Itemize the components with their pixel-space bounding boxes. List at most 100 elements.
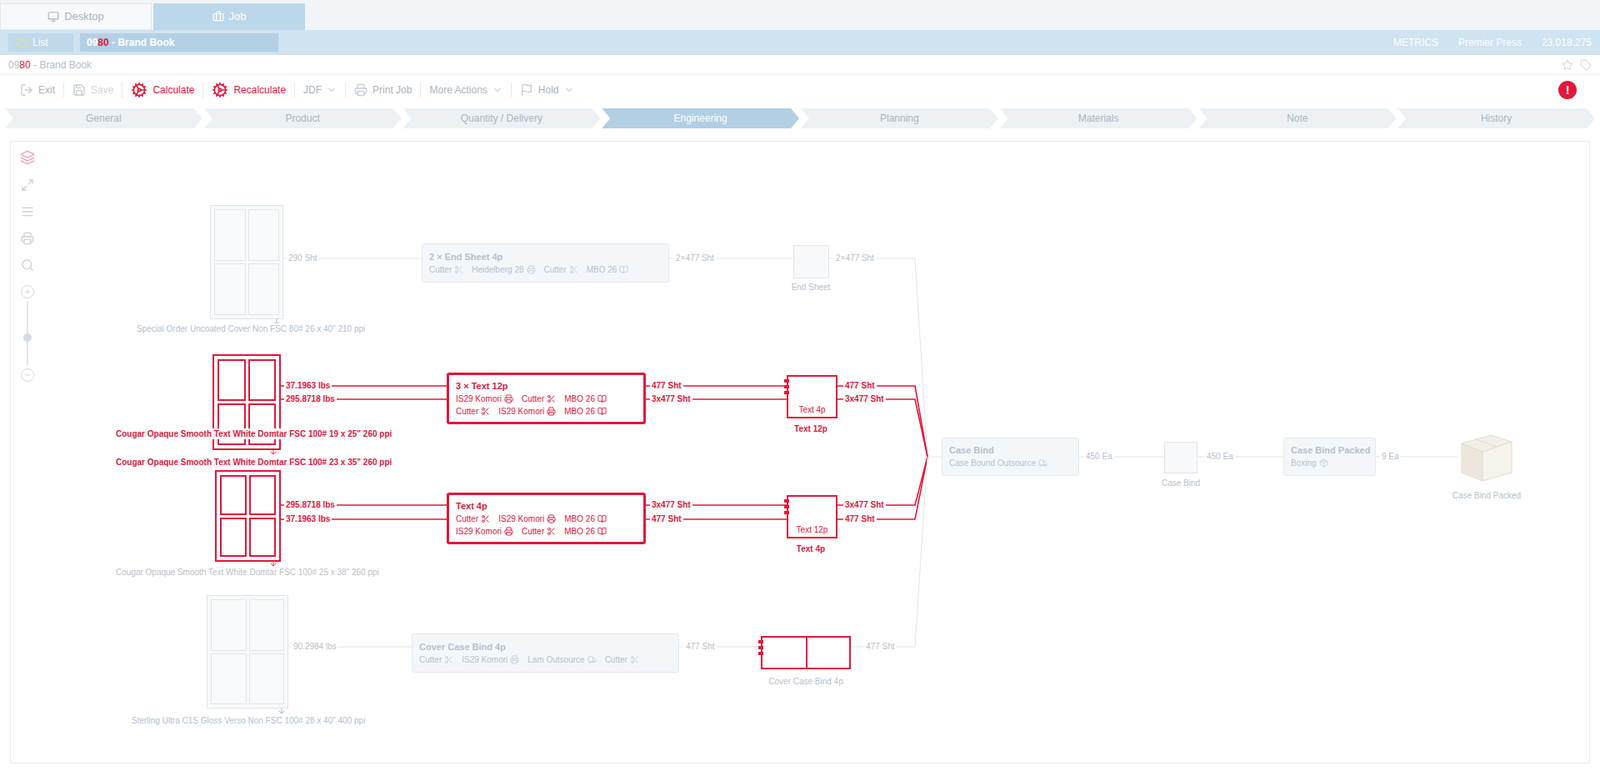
step-tab[interactable]: Planning [800, 108, 999, 129]
press-icon [546, 406, 556, 416]
zoom-track[interactable] [26, 301, 29, 365]
process-step[interactable]: Lam Outsource [527, 654, 596, 665]
print-icon[interactable] [20, 231, 35, 245]
star-icon[interactable] [1561, 59, 1574, 71]
layers-icon[interactable] [20, 150, 35, 165]
toolbar-button[interactable]: More Actions [420, 82, 510, 98]
quantity-label: 2×477 Sht [834, 252, 876, 265]
app-tab[interactable]: Job [153, 3, 305, 30]
process-steps: Cutter IS29 Komori Lam Outsource Cutter [419, 654, 672, 665]
process-step[interactable]: IS29 Komori [461, 654, 520, 665]
quantity-label: 37.1963 lbs [284, 380, 332, 392]
step-tab[interactable]: Engineering [601, 108, 800, 129]
product-node[interactable] [1164, 441, 1198, 474]
info-text: Premier Press [1458, 35, 1522, 50]
product-node[interactable] [760, 635, 851, 670]
toolbar-button[interactable]: JDF [294, 82, 345, 98]
process-step[interactable]: Cutter [521, 393, 556, 405]
process-box[interactable]: Case BindCase Bound Outsource [941, 437, 1080, 476]
fold-icon [619, 265, 629, 275]
process-step[interactable]: IS29 Komori [498, 405, 556, 417]
process-box[interactable]: 3 × Text 12pIS29 KomoriCutterMBO 26Cutte… [446, 372, 646, 425]
zoom-slider[interactable] [20, 285, 35, 382]
process-steps: Cutter Heidelberg 28 Cutter MBO 26 [429, 264, 662, 275]
process-box[interactable]: Case Bind PackedBoxing [1283, 437, 1376, 476]
sheet-page [214, 263, 246, 315]
fit-icon[interactable] [20, 178, 35, 192]
product-tabs [758, 640, 764, 655]
press-icon [526, 265, 536, 275]
process-step[interactable]: Cutter [521, 525, 556, 537]
process-step[interactable]: MBO 26 [564, 405, 607, 417]
job-field[interactable]: 0980 - Brand Book [80, 33, 279, 52]
process-steps: Boxing [1290, 457, 1369, 469]
quantity-label: 9 Ea [1380, 450, 1401, 463]
package-label: Case Bind Packed [1452, 490, 1521, 501]
outsource-icon [587, 655, 597, 665]
search-icon[interactable] [20, 258, 35, 272]
product-node[interactable]: Text 12p [786, 495, 838, 539]
sheet-page [249, 653, 285, 705]
paper-sheet[interactable] [206, 595, 289, 709]
toolbar-button[interactable]: Recalculate [202, 81, 295, 99]
process-step[interactable]: IS29 Komori [455, 393, 514, 405]
process-step[interactable]: Case Bound Outsource [949, 457, 1048, 469]
shipping-box-icon[interactable] [1457, 426, 1516, 485]
quantity-label: 290 Sht [286, 252, 319, 265]
zoom-knob[interactable] [23, 333, 32, 342]
process-step[interactable]: Cutter [419, 654, 454, 665]
step-tab[interactable]: Quantity / Delivery [403, 108, 601, 129]
process-step[interactable]: MBO 26 [564, 525, 607, 537]
step-tab[interactable]: Note [1199, 108, 1397, 129]
step-tab[interactable]: History [1397, 108, 1595, 129]
app: DesktopJobList0980 - Brand BookMETRICSPr… [0, 0, 1600, 771]
toolbar-icon [72, 83, 86, 97]
arrow-down-icon [269, 447, 278, 456]
product-node[interactable] [793, 245, 830, 279]
process-step[interactable]: Cutter [544, 264, 579, 275]
process-box[interactable]: 2 × End Sheet 4pCutterHeidelberg 28Cutte… [421, 243, 670, 283]
info-text: 23.018.275 [1541, 35, 1592, 50]
press-icon [504, 394, 514, 404]
process-step[interactable]: MBO 26 [586, 264, 630, 275]
toolbar-button[interactable]: Save [63, 82, 122, 98]
arrow-down-icon [277, 706, 286, 715]
toolbar-icon [211, 81, 229, 99]
process-step[interactable]: Heidelberg 28 [471, 264, 535, 275]
job-title: 0980 - Brand Book [8, 57, 92, 73]
toolbar-button[interactable]: Print Job [345, 82, 420, 98]
alert-badge[interactable]: ! [1558, 80, 1577, 100]
process-box[interactable]: Cover Case Bind 4pCutterIS29 KomoriLam O… [411, 633, 680, 673]
process-step[interactable]: Cutter [455, 405, 490, 417]
zoom-out-icon[interactable] [23, 370, 32, 380]
process-step[interactable]: Cutter [429, 264, 464, 275]
process-step[interactable]: Boxing [1290, 457, 1329, 469]
outsource-icon [1038, 458, 1048, 468]
quantity-label: 295.8718 lbs [284, 393, 337, 405]
align-icon[interactable] [20, 205, 35, 219]
app-tab[interactable]: Desktop [0, 3, 152, 30]
process-step[interactable]: MBO 26 [564, 513, 607, 525]
quantity-label: 450 Ea [1205, 450, 1235, 463]
product-node[interactable]: Text 4p [786, 375, 838, 419]
step-tab[interactable]: Product [204, 108, 402, 129]
toolbar-button[interactable]: Hold [510, 82, 583, 98]
process-step[interactable]: IS29 Komori [455, 525, 514, 537]
step-tab[interactable]: General [5, 108, 203, 129]
zoom-in-icon[interactable] [23, 287, 32, 296]
process-step[interactable]: Cutter [605, 654, 640, 665]
process-step[interactable]: Cutter [455, 513, 490, 525]
process-step[interactable]: IS29 Komori [498, 513, 556, 525]
press-icon [546, 514, 556, 524]
toolbar-button[interactable]: Calculate [121, 81, 203, 99]
cut-icon [480, 406, 490, 416]
process-step[interactable]: MBO 26 [564, 393, 607, 405]
toolbar-button[interactable]: Exit [11, 82, 64, 98]
paper-sheet[interactable] [215, 470, 281, 562]
paper-sheet[interactable] [210, 205, 284, 320]
step-tab[interactable]: Materials [1000, 108, 1198, 129]
tag-icon[interactable] [1580, 59, 1592, 71]
process-steps: IS29 Komori Cutter MBO 26 [455, 393, 637, 405]
process-box[interactable]: Text 4pCutterIS29 KomoriMBO 26IS29 Komor… [446, 492, 646, 545]
list-button[interactable]: List [8, 33, 74, 52]
